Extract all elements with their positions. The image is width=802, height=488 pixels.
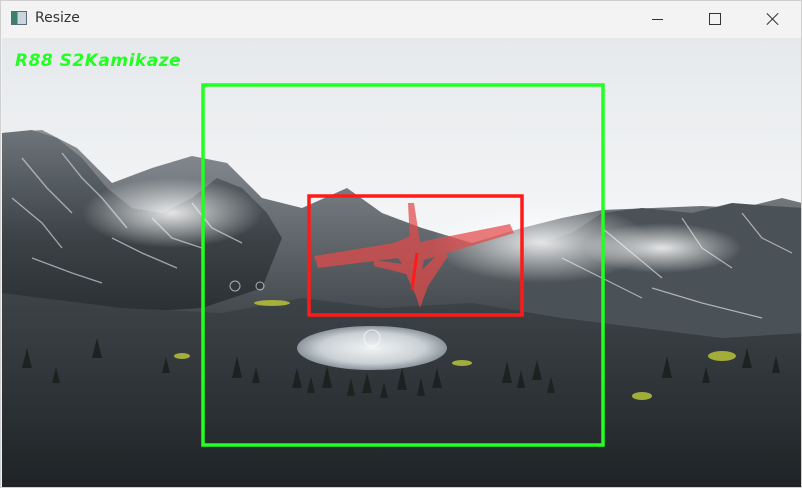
lake [297,326,447,370]
mist-left [82,178,262,248]
window-title: Resize [35,10,80,26]
app-window-icon [11,11,27,25]
hud-label: R88 S2Kamikaze [15,51,182,71]
video-viewport: R88 S2Kamikaze [2,38,801,487]
minimize-button[interactable] [633,1,681,37]
close-button[interactable] [749,1,797,37]
maximize-button[interactable] [691,1,739,37]
minimize-icon [651,18,663,20]
app-window: Resize R88 S2Kamikaze [0,0,802,488]
scene-image [2,38,801,487]
title-bar[interactable]: Resize [1,1,801,37]
mist-right [582,223,742,273]
maximize-icon [709,13,721,25]
close-icon [766,12,780,26]
